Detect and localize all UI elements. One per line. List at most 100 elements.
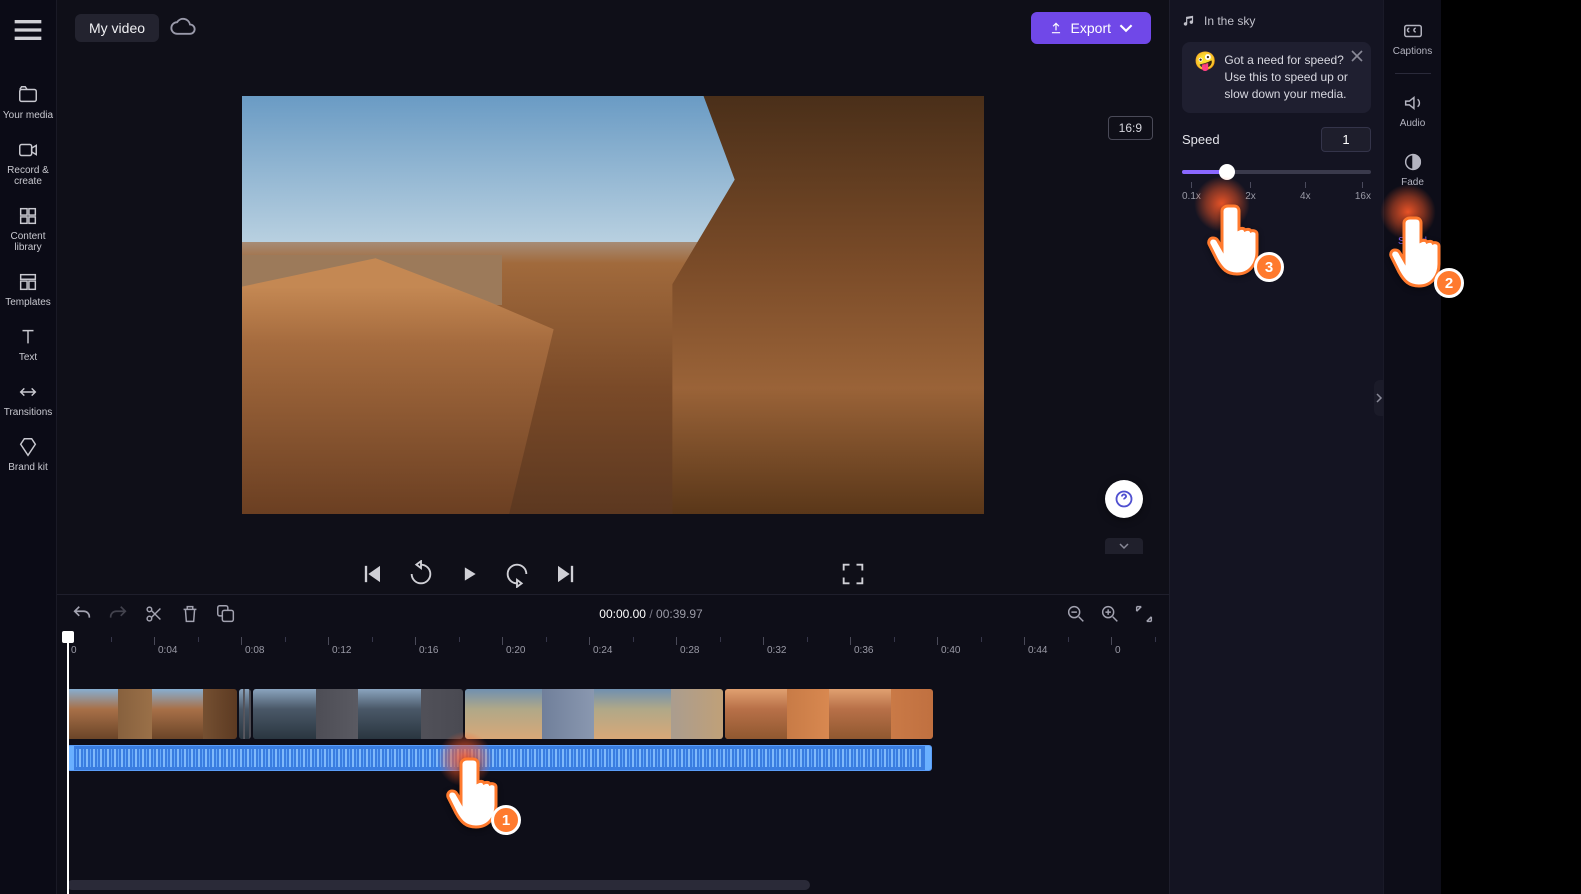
right-item-label: Audio <box>1400 118 1426 129</box>
video-track <box>67 689 1169 739</box>
right-item-captions[interactable]: Captions <box>1385 10 1441 65</box>
tutorial-step-badge: 1 <box>491 805 521 835</box>
ruler-tick <box>937 637 938 645</box>
speed-slider[interactable]: 0.1x 2x 4x 16x <box>1182 166 1371 202</box>
sidebar-item-label: Transitions <box>4 407 53 418</box>
sidebar-item-record-create[interactable]: Record & create <box>0 131 56 193</box>
upload-icon <box>1049 21 1063 35</box>
ruler-label: 0 <box>71 645 77 656</box>
sidebar-item-label: Text <box>19 352 37 363</box>
ruler-label: 0:12 <box>332 645 351 656</box>
top-bar: My video Export <box>57 0 1169 56</box>
sidebar-item-label: Templates <box>5 297 51 308</box>
slider-tick: 4x <box>1300 182 1311 202</box>
collapse-preview-button[interactable] <box>1105 538 1143 554</box>
speed-slider-thumb[interactable] <box>1219 164 1235 180</box>
sidebar-item-label: Content library <box>0 231 56 253</box>
ruler-tick <box>589 637 590 645</box>
timeline-toolbar: 00:00.00 / 00:39.97 <box>57 595 1169 633</box>
fullscreen-button[interactable] <box>839 560 867 588</box>
frame-back-button[interactable] <box>407 560 435 588</box>
tutorial-step-badge: 3 <box>1254 252 1284 282</box>
playback-controls <box>57 554 1169 594</box>
ruler-label: 0:36 <box>854 645 873 656</box>
video-clip[interactable] <box>253 689 463 739</box>
duplicate-button[interactable] <box>215 603 237 625</box>
sidebar-item-transitions[interactable]: Transitions <box>0 373 56 424</box>
video-preview[interactable] <box>242 96 984 514</box>
audio-clip[interactable] <box>67 745 932 771</box>
video-clip[interactable] <box>465 689 723 739</box>
play-button[interactable] <box>455 560 483 588</box>
video-clip[interactable] <box>239 689 251 739</box>
close-tip-button[interactable] <box>1349 48 1365 64</box>
export-label: Export <box>1071 20 1111 36</box>
timeline-scrollbar[interactable] <box>67 880 1159 890</box>
aspect-ratio-button[interactable]: 16:9 <box>1108 116 1153 140</box>
timeline-ruler[interactable]: 00:040:080:120:160:200:240:280:320:360:4… <box>67 633 1169 659</box>
ruler-label: 0:24 <box>593 645 612 656</box>
ruler-label: 0 <box>1115 645 1121 656</box>
music-note-icon <box>1182 14 1196 28</box>
sidebar-item-content-library[interactable]: Content library <box>0 197 56 259</box>
zoom-in-button[interactable] <box>1099 603 1121 625</box>
emoji-icon: 🤪 <box>1194 52 1216 103</box>
redo-button[interactable] <box>107 603 129 625</box>
main-area: My video Export 16:9 <box>57 0 1169 894</box>
left-sidebar: Your media Record & create Content libra… <box>0 0 57 894</box>
scrollbar-thumb[interactable] <box>67 880 810 890</box>
right-item-fade[interactable]: Fade <box>1385 141 1441 196</box>
clip-handle-right[interactable] <box>925 746 931 770</box>
ruler-label: 0:44 <box>1028 645 1047 656</box>
help-button[interactable] <box>1105 480 1143 518</box>
ruler-tick <box>154 637 155 645</box>
sidebar-item-templates[interactable]: Templates <box>0 263 56 314</box>
menu-button[interactable] <box>8 10 48 50</box>
sidebar-item-label: Record & create <box>0 165 56 187</box>
ruler-tick-minor <box>285 637 286 642</box>
ruler-tick <box>763 637 764 645</box>
video-clip[interactable] <box>67 689 237 739</box>
ruler-tick-minor <box>459 637 460 642</box>
frame-forward-button[interactable] <box>503 560 531 588</box>
right-item-label: Captions <box>1393 46 1432 57</box>
ruler-label: 0:20 <box>506 645 525 656</box>
right-item-audio[interactable]: Audio <box>1385 82 1441 137</box>
ruler-tick <box>328 637 329 645</box>
preview-area: 16:9 <box>57 56 1169 554</box>
split-button[interactable] <box>143 603 165 625</box>
right-item-speed[interactable]: Speed <box>1385 200 1441 255</box>
export-button[interactable]: Export <box>1031 12 1151 44</box>
playhead[interactable] <box>67 633 69 894</box>
slider-tick: 2x <box>1245 182 1256 202</box>
ruler-label: 0:40 <box>941 645 960 656</box>
ruler-tick <box>1024 637 1025 645</box>
zoom-out-button[interactable] <box>1065 603 1087 625</box>
speed-input[interactable] <box>1321 127 1371 152</box>
skip-back-button[interactable] <box>359 560 387 588</box>
sidebar-item-your-media[interactable]: Your media <box>0 76 56 127</box>
ruler-tick <box>502 637 503 645</box>
chevron-right-icon <box>1375 393 1383 403</box>
slider-tick: 16x <box>1355 182 1371 202</box>
fit-timeline-button[interactable] <box>1133 603 1155 625</box>
cloud-sync-icon[interactable] <box>169 14 197 42</box>
skip-forward-button[interactable] <box>551 560 579 588</box>
selected-audio-label: In the sky <box>1182 14 1371 28</box>
project-title[interactable]: My video <box>75 14 159 42</box>
video-clip[interactable] <box>725 689 933 739</box>
ruler-tick-minor <box>372 637 373 642</box>
right-item-label: Fade <box>1401 177 1424 188</box>
sidebar-item-label: Your media <box>3 110 53 121</box>
ruler-label: 0:16 <box>419 645 438 656</box>
sidebar-item-text[interactable]: Text <box>0 318 56 369</box>
chevron-down-icon <box>1118 542 1130 550</box>
close-icon <box>1349 48 1365 64</box>
right-item-label: Speed <box>1398 236 1427 247</box>
speed-label: Speed <box>1182 132 1220 147</box>
delete-button[interactable] <box>179 603 201 625</box>
sidebar-item-brand-kit[interactable]: Brand kit <box>0 428 56 479</box>
undo-button[interactable] <box>71 603 93 625</box>
right-collapse-tab[interactable] <box>1374 380 1384 416</box>
ruler-tick-minor <box>807 637 808 642</box>
